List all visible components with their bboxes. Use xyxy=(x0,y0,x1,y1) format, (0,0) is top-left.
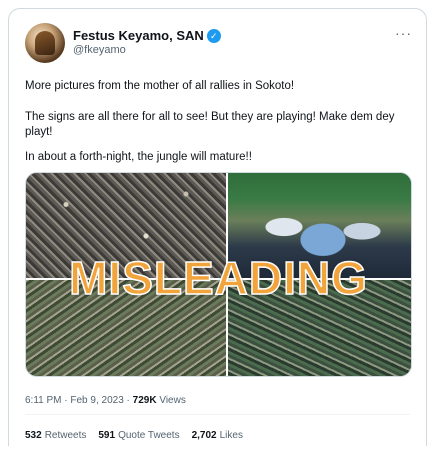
tweet-card: Festus Keyamo, SAN ✓ @fkeyamo ··· More p… xyxy=(8,8,427,446)
author-handle[interactable]: @fkeyamo xyxy=(73,44,126,56)
retweets-stat[interactable]: 532 Retweets xyxy=(25,430,86,441)
author-name[interactable]: Festus Keyamo, SAN xyxy=(73,28,204,43)
author-row: Festus Keyamo, SAN ✓ xyxy=(73,28,221,43)
more-options-icon[interactable]: ··· xyxy=(395,25,412,41)
verified-badge-icon: ✓ xyxy=(206,28,221,43)
tweet-text-line-3: In about a forth-night, the jungle will … xyxy=(25,151,252,163)
tweet-text-line-1: More pictures from the mother of all ral… xyxy=(25,80,295,92)
media-grid[interactable]: MISLEADING xyxy=(25,172,412,377)
tweet-date[interactable]: Feb 9, 2023 xyxy=(70,395,123,406)
quote-tweets-stat[interactable]: 591 Quote Tweets xyxy=(98,430,179,441)
views-count: 729K xyxy=(132,395,157,406)
avatar[interactable] xyxy=(25,23,65,63)
views-label: Views xyxy=(159,395,186,406)
misleading-overlay: MISLEADING xyxy=(68,251,368,305)
divider xyxy=(25,414,410,415)
engagement-stats: 532 Retweets 591 Quote Tweets 2,702 Likes xyxy=(25,430,243,441)
likes-stat[interactable]: 2,702 Likes xyxy=(192,430,243,441)
tweet-time[interactable]: 6:11 PM xyxy=(25,395,62,406)
tweet-text-line-2: The signs are all there for all to see! … xyxy=(25,111,395,138)
tweet-meta: 6:11 PM · Feb 9, 2023 · 729K Views xyxy=(25,395,186,406)
